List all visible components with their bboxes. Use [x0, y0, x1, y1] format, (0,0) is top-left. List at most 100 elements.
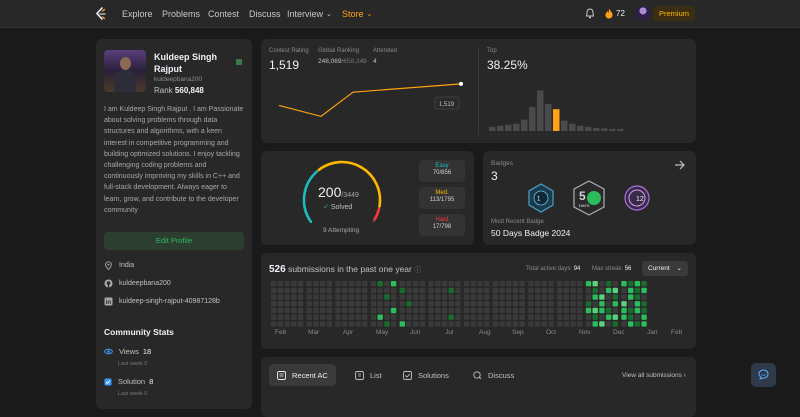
nav-problems[interactable]: Problems	[162, 0, 200, 28]
user-avatar[interactable]	[636, 6, 650, 20]
heatmap-cell	[506, 281, 512, 287]
heatmap-cell	[306, 307, 312, 314]
tab-list[interactable]: List	[347, 364, 390, 386]
heatmap-cell	[599, 287, 605, 294]
heatmap-cell	[484, 294, 490, 300]
heatmap-cell	[406, 314, 412, 320]
heatmap-month-label: Feb	[275, 329, 287, 336]
help-chat-button[interactable]	[751, 363, 776, 387]
histogram-bar	[505, 124, 512, 131]
heatmap-cell	[492, 307, 499, 314]
badge-3-icon[interactable]: 12	[623, 183, 651, 213]
tab-recent-ac[interactable]: Recent AC	[269, 364, 336, 386]
heatmap-cell	[441, 314, 448, 320]
heatmap-cell	[362, 287, 368, 294]
heatmap-cell	[492, 321, 499, 327]
heatmap-cell	[592, 281, 598, 287]
tab-discuss[interactable]: Discuss	[465, 364, 522, 386]
badge-1-icon[interactable]: 1	[527, 183, 555, 213]
heatmap-month-label: Jul	[445, 329, 454, 336]
edit-profile-button[interactable]: Edit Profile	[104, 232, 244, 250]
heatmap-cell	[370, 321, 377, 327]
heatmap-cell	[628, 314, 634, 320]
list-icon	[355, 370, 364, 380]
heatmap-cell	[448, 301, 454, 307]
heatmap-cell	[271, 314, 277, 320]
bell-icon[interactable]	[585, 8, 595, 19]
histogram-bar	[537, 90, 544, 131]
period-dropdown[interactable]: Current ⌄	[642, 261, 688, 276]
tab-solutions[interactable]: Solutions	[395, 364, 457, 386]
heatmap-cell	[528, 287, 534, 294]
linkedin-icon: in	[104, 297, 113, 306]
heatmap-cell	[384, 321, 390, 327]
heatmap-cell	[557, 287, 563, 294]
badges-count: 3	[491, 169, 498, 183]
heatmap-cell	[291, 301, 297, 307]
heatmap-cell	[534, 294, 541, 300]
heatmap-cell	[362, 294, 368, 300]
heatmap-cell	[277, 321, 284, 327]
heatmap-cell	[512, 294, 519, 300]
chevron-down-icon: ⌄	[326, 11, 332, 18]
heatmap-cell	[634, 294, 641, 300]
heatmap-cell	[463, 294, 470, 300]
nav-explore[interactable]: Explore	[122, 0, 153, 28]
heatmap-month-label: Jan	[647, 329, 658, 336]
heatmap-cell	[326, 287, 332, 294]
heatmap-cell	[342, 301, 348, 307]
heatmap-cell	[326, 301, 332, 307]
heatmap-cell	[612, 301, 618, 307]
heatmap-cell	[399, 301, 405, 307]
heatmap-cell	[570, 321, 576, 327]
heatmap-cell	[284, 321, 290, 327]
heatmap-cell	[291, 281, 297, 287]
heatmap-cell	[463, 281, 470, 287]
heatmap-cell	[628, 301, 634, 307]
badge-50-days-icon[interactable]: 5 DAYS	[572, 180, 606, 216]
badges-card: Badges 3 1 5 DAYS 12 Most Recent Badge 5…	[483, 151, 696, 245]
heatmap-cell	[355, 281, 361, 287]
heatmap-cell	[470, 294, 476, 300]
heatmap-cell	[541, 281, 547, 287]
fire-icon[interactable]	[605, 8, 613, 19]
heatmap-cell	[306, 287, 312, 294]
heatmap-cell	[297, 294, 304, 300]
heatmap-month-label: May	[376, 329, 389, 336]
heatmap-cell	[377, 281, 383, 287]
heatmap-cell	[528, 314, 534, 320]
heatmap-cell	[319, 301, 326, 307]
chevron-down-icon: ⌄	[676, 265, 682, 272]
nav-discuss[interactable]: Discuss	[249, 0, 281, 28]
heatmap-cell	[306, 321, 312, 327]
heatmap-cell	[377, 287, 383, 294]
premium-button[interactable]: Premium	[653, 6, 695, 21]
heatmap-cell	[512, 287, 519, 294]
heatmap-cell	[621, 307, 627, 314]
heatmap-cell	[499, 301, 505, 307]
heatmap-cell	[477, 301, 483, 307]
view-all-submissions-link[interactable]: View all submissions ›	[622, 372, 686, 379]
heatmap-cell	[342, 287, 348, 294]
heatmap-cell	[448, 321, 454, 327]
heatmap-cell	[628, 287, 634, 294]
heatmap-cell	[441, 294, 448, 300]
leetcode-logo-icon[interactable]	[95, 7, 107, 21]
heatmap-cell	[641, 321, 647, 327]
heatmap-cell	[335, 294, 341, 300]
github-row[interactable]: kuldeepbana200	[104, 279, 171, 288]
nav-store[interactable]: Store ⌄	[342, 0, 372, 28]
nav-interview[interactable]: Interview ⌄	[287, 0, 332, 28]
heatmap-cell	[419, 301, 426, 307]
heatmap-cell	[297, 301, 304, 307]
heatmap-cell	[406, 287, 412, 294]
info-icon[interactable]: ⓘ	[414, 267, 421, 274]
arrow-right-icon[interactable]	[674, 159, 686, 171]
linkedin-row[interactable]: in kuldeep-singh-rajput-40987128b	[104, 297, 220, 306]
heatmap-cell	[585, 281, 592, 287]
heatmap-cell	[319, 321, 326, 327]
recent-badge-label: Most Recent Badge	[491, 219, 544, 225]
nav-contest[interactable]: Contest	[208, 0, 239, 28]
heatmap-cell	[592, 287, 598, 294]
heatmap-cell	[370, 294, 377, 300]
